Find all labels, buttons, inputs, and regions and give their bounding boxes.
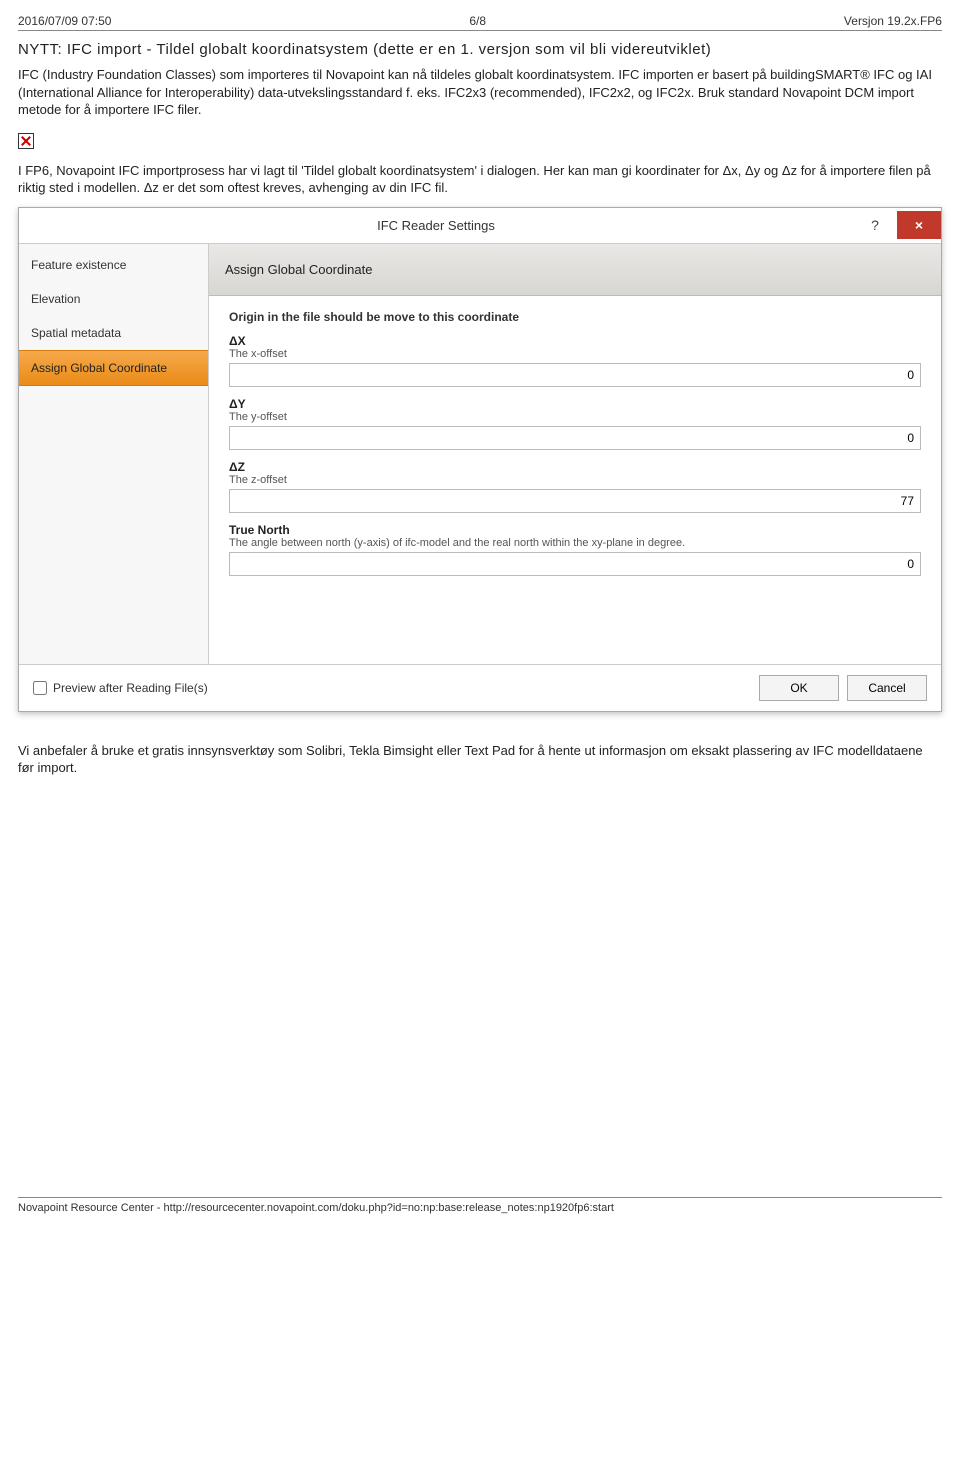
sidebar-item-spatial-metadata[interactable]: Spatial metadata [19, 316, 208, 350]
section-heading: NYTT: IFC import - Tildel globalt koordi… [18, 41, 942, 58]
dx-input[interactable] [229, 363, 921, 387]
dialog-footer: Preview after Reading File(s) OK Cancel [19, 664, 941, 711]
paragraph-2: I FP6, Novapoint IFC importprosess har v… [18, 162, 942, 197]
form-intro: Origin in the file should be move to thi… [229, 310, 921, 324]
true-north-hint: The angle between north (y-axis) of ifc-… [229, 537, 921, 549]
true-north-input[interactable] [229, 552, 921, 576]
header-page-number: 6/8 [469, 14, 486, 28]
dy-label: ΔY [229, 397, 921, 411]
sidebar-item-assign-global-coordinate[interactable]: Assign Global Coordinate [19, 350, 208, 386]
dy-input[interactable] [229, 426, 921, 450]
paragraph-1: IFC (Industry Foundation Classes) som im… [18, 66, 942, 119]
field-group-dx: ΔX The x-offset [229, 334, 921, 387]
cancel-button[interactable]: Cancel [847, 675, 927, 701]
close-icon[interactable]: × [897, 211, 941, 239]
true-north-label: True North [229, 523, 921, 537]
dz-input[interactable] [229, 489, 921, 513]
preview-checkbox-wrapper[interactable]: Preview after Reading File(s) [33, 681, 208, 695]
field-group-true-north: True North The angle between north (y-ax… [229, 523, 921, 576]
sidebar-item-elevation[interactable]: Elevation [19, 282, 208, 316]
panel-banner-text: Assign Global Coordinate [225, 262, 372, 277]
dx-hint: The x-offset [229, 348, 921, 360]
panel-banner: Assign Global Coordinate [209, 244, 941, 296]
dx-label: ΔX [229, 334, 921, 348]
preview-checkbox-label: Preview after Reading File(s) [53, 681, 208, 695]
preview-checkbox[interactable] [33, 681, 47, 695]
page-header: 2016/07/09 07:50 6/8 Versjon 19.2x.FP6 [18, 14, 942, 31]
dialog-titlebar: IFC Reader Settings ? × [19, 208, 941, 244]
header-version: Versjon 19.2x.FP6 [844, 14, 942, 28]
ifc-reader-settings-dialog: IFC Reader Settings ? × Feature existenc… [18, 207, 942, 712]
dz-hint: The z-offset [229, 474, 921, 486]
dialog-title-text: IFC Reader Settings [297, 218, 575, 233]
field-group-dy: ΔY The y-offset [229, 397, 921, 450]
header-timestamp: 2016/07/09 07:50 [18, 14, 111, 28]
ok-button[interactable]: OK [759, 675, 839, 701]
paragraph-3: Vi anbefaler å bruke et gratis innsynsve… [18, 742, 942, 777]
dz-label: ΔZ [229, 460, 921, 474]
sidebar-item-feature-existence[interactable]: Feature existence [19, 248, 208, 282]
help-icon[interactable]: ? [853, 211, 897, 239]
field-group-dz: ΔZ The z-offset [229, 460, 921, 513]
page-footer: Novapoint Resource Center - http://resou… [18, 1197, 942, 1214]
dialog-sidebar: Feature existence Elevation Spatial meta… [19, 244, 209, 664]
dy-hint: The y-offset [229, 411, 921, 423]
broken-image-icon [18, 133, 34, 149]
